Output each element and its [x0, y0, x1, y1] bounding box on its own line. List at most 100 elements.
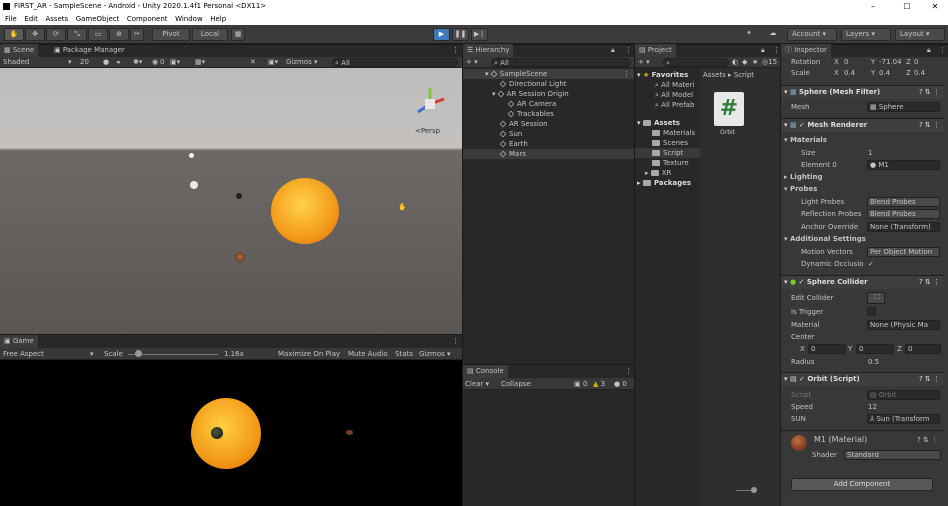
center-y-field[interactable]: 0	[856, 344, 894, 354]
scene-orientation-gizmo[interactable]	[410, 82, 454, 122]
menu-gameobject[interactable]: GameObject	[76, 13, 120, 25]
additional-settings-foldout[interactable]: ▾ Additional Settings	[784, 234, 866, 244]
tab-game[interactable]: ▣ Game	[0, 335, 38, 348]
console-kebab-icon[interactable]: ⋮	[625, 367, 632, 375]
mesh-field[interactable]: ▦ Sphere	[867, 102, 940, 112]
tab-console[interactable]: ▤ Console	[463, 365, 508, 378]
tab-hierarchy[interactable]: ☰ Hierarchy	[463, 44, 514, 57]
earth-sphere[interactable]	[236, 193, 242, 199]
scale-slider-thumb[interactable]	[135, 350, 142, 357]
hierarchy-item-sun[interactable]: Sun	[499, 129, 522, 139]
gizmos-dropdown[interactable]: Gizmos ▾	[286, 57, 318, 67]
orbit-script-header[interactable]: ▾ ▤ ✓ Orbit (Script)? ⇅ ⋮	[781, 372, 944, 386]
project-kebab-icon[interactable]: ⋮	[773, 46, 780, 54]
game-viewport[interactable]	[0, 360, 462, 506]
center-z-field[interactable]: 0	[905, 344, 941, 354]
project-search-input[interactable]: ⌕	[663, 58, 729, 67]
script-file-name[interactable]: Orbit	[720, 128, 735, 138]
hand-tool-button[interactable]: ✋	[4, 28, 24, 41]
project-create-dropdown[interactable]: + ▾	[638, 57, 650, 67]
collab-icon[interactable]: ✴	[742, 28, 756, 41]
folder-item[interactable]: Materials	[652, 128, 695, 138]
aspect-dropdown[interactable]: Free Aspect	[3, 349, 44, 359]
edit-collider-button[interactable]: ⛶	[867, 292, 885, 304]
favorite-icon[interactable]: ★	[752, 57, 758, 67]
maximize-on-play-toggle[interactable]: Maximize On Play	[278, 349, 340, 359]
log-toggle[interactable]: ▣ 0	[574, 379, 587, 389]
inspector-kebab-icon[interactable]: ⋮	[939, 46, 946, 54]
rect-tool-button[interactable]: ▭	[88, 28, 108, 41]
clear-button[interactable]: Clear ▾	[465, 379, 489, 389]
folder-item[interactable]: ▸ XR	[645, 168, 671, 178]
lighting-foldout[interactable]: ▸ Lighting	[784, 172, 823, 182]
play-button[interactable]: ▶	[433, 28, 450, 41]
step-button[interactable]: ▶❘	[471, 28, 488, 41]
local-toggle[interactable]: Local	[192, 28, 228, 41]
folder-item-selected[interactable]: Script	[635, 148, 700, 158]
effects-dropdown-icon[interactable]: ✱▾	[133, 57, 142, 67]
anchor-override-field[interactable]: None (Transform)	[867, 222, 940, 232]
probes-foldout[interactable]: ▾ Probes	[784, 184, 817, 194]
menu-file[interactable]: File	[5, 13, 17, 25]
hierarchy-item-mars[interactable]: Mars	[463, 149, 634, 159]
maximize-button[interactable]: ☐	[892, 0, 922, 13]
search-by-type-icon[interactable]: ◐	[732, 57, 738, 67]
scene-search-input[interactable]: ⌕ All	[332, 58, 458, 67]
hierarchy-lock-icon[interactable]: 🔒︎	[611, 46, 615, 55]
visibility-icon[interactable]: ◉	[152, 57, 158, 67]
camera-icon[interactable]: ▣▾	[170, 57, 180, 67]
scale-tool-button[interactable]: ⤡	[67, 28, 87, 41]
shading-mode-dropdown[interactable]: Shaded	[3, 57, 29, 67]
kebab-menu-icon[interactable]: ⋮	[452, 46, 459, 54]
scale-z-field[interactable]: 0.4	[914, 68, 925, 78]
add-component-button[interactable]: Add Component	[791, 478, 933, 491]
menu-window[interactable]: Window	[175, 13, 203, 25]
rotation-z-field[interactable]: 0	[914, 57, 918, 67]
materials-foldout[interactable]: ▾ Materials	[784, 135, 827, 145]
rotation-x-field[interactable]: 0	[844, 57, 848, 67]
breadcrumb-assets[interactable]: Assets	[703, 71, 726, 79]
radius-field[interactable]: 0.5	[868, 357, 879, 367]
hierarchy-item-samplescene[interactable]: ▾ SampleScene ⋮	[463, 69, 634, 79]
game-gizmos-dropdown[interactable]: Gizmos ▾	[419, 349, 451, 359]
favorites-section[interactable]: ▾ ★ Favorites	[637, 70, 688, 80]
tab-scene[interactable]: ▦ Scene	[0, 44, 39, 57]
hierarchy-item-ar-session[interactable]: AR Session	[499, 119, 548, 129]
sphere-collider-header[interactable]: ▾ ● ✓ Sphere Collider? ⇅ ⋮	[781, 275, 944, 289]
audio-toggle-icon[interactable]: ◂	[116, 57, 120, 67]
assets-folder[interactable]: ▾ Assets	[637, 118, 680, 128]
csharp-script-icon[interactable]: #	[714, 92, 744, 126]
hierarchy-item-earth[interactable]: Earth	[499, 139, 528, 149]
grid-snap-button[interactable]: ▦	[231, 28, 245, 41]
account-dropdown[interactable]: Account ▾	[787, 28, 837, 41]
hierarchy-item-directional-light[interactable]: Directional Light	[499, 79, 567, 89]
speed-field[interactable]: 12	[868, 402, 877, 412]
tab-inspector[interactable]: ⓘ Inspector	[781, 44, 831, 57]
stats-toggle[interactable]: Stats	[395, 349, 413, 359]
warning-toggle[interactable]: ▲ 3	[593, 379, 605, 389]
pivot-toggle[interactable]: Pivot	[152, 28, 190, 41]
breadcrumb-script[interactable]: Script	[734, 71, 754, 79]
mars-sphere[interactable]	[235, 252, 245, 262]
2d-toggle[interactable]: 20	[80, 57, 89, 67]
packages-folder[interactable]: ▸ Packages	[637, 178, 691, 188]
hierarchy-item-ar-session-origin[interactable]: ▾ AR Session Origin	[492, 89, 569, 99]
dynamic-occlusion-checkbox[interactable]: ✓	[868, 259, 874, 269]
grid-dropdown-icon[interactable]: ▦▾	[195, 57, 205, 67]
hierarchy-item-trackables[interactable]: Trackables	[507, 109, 554, 119]
move-tool-button[interactable]: ✥	[25, 28, 45, 41]
hierarchy-kebab-icon[interactable]: ⋮	[625, 46, 632, 54]
folder-item[interactable]: Scenes	[652, 138, 688, 148]
mute-audio-toggle[interactable]: Mute Audio	[348, 349, 388, 359]
tools-icon[interactable]: ✕	[250, 57, 256, 67]
cloud-icon[interactable]: ☁	[766, 28, 780, 41]
mesh-renderer-header[interactable]: ▾ ▦ ✓ Mesh Renderer? ⇅ ⋮	[781, 118, 944, 132]
favorite-item[interactable]: ⌕ All Model	[655, 90, 693, 100]
rotation-y-field[interactable]: -71.04	[879, 57, 902, 67]
sun-sphere[interactable]	[271, 178, 339, 244]
tab-package-manager[interactable]: ▣ Package Manager	[50, 44, 129, 57]
menu-component[interactable]: Component	[127, 13, 168, 25]
transform-tool-button[interactable]: ⊕	[109, 28, 129, 41]
menu-help[interactable]: Help	[210, 13, 226, 25]
custom-tool-button[interactable]: ✂	[130, 28, 144, 41]
